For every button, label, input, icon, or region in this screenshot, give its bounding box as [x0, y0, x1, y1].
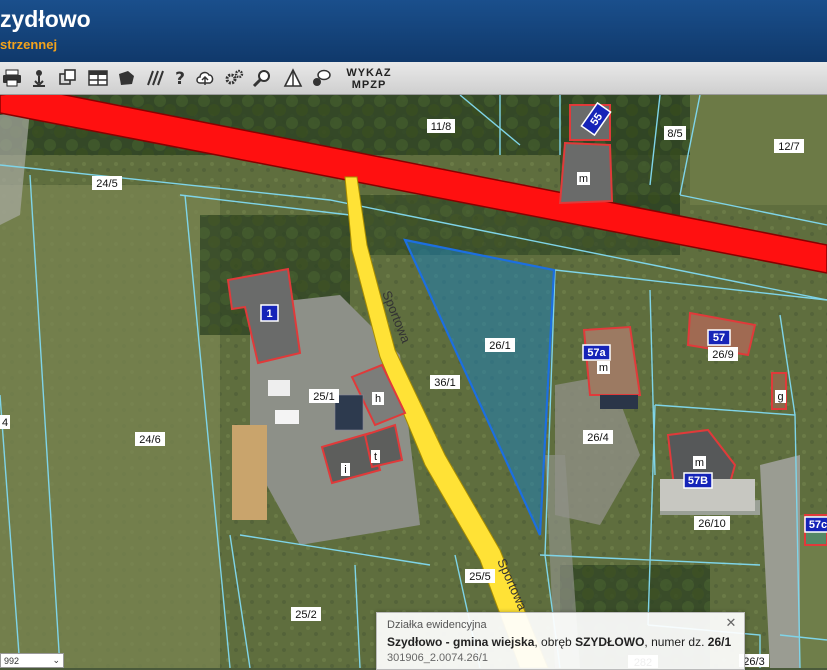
solar-panels	[334, 394, 364, 431]
map-svg: 1 55 57 57a 57B 57c m h i t m m g m	[0, 95, 827, 668]
wykaz-label: WYKAZ	[346, 67, 392, 79]
letter-m-57b: m	[695, 457, 704, 469]
solar-panels-57a	[600, 395, 638, 409]
projection-select[interactable]: 992 ⌄	[0, 653, 64, 668]
parcel-label-25-5: 25/5	[469, 571, 490, 583]
parcel-info-popup: Działka ewidencyjna Szydłowo - gmina wie…	[376, 612, 745, 670]
field-12-7	[690, 95, 827, 205]
parcel-label-26-1: 26/1	[489, 340, 510, 352]
popup-place: Szydłowo - gmina wiejska	[387, 635, 535, 649]
parcel-label-12-7: 12/7	[778, 141, 799, 153]
help-icon[interactable]: ?	[168, 66, 192, 90]
app-title: zydłowo	[0, 6, 91, 32]
map-canvas[interactable]: 1 55 57 57a 57B 57c m h i t m m g m	[0, 95, 827, 668]
parcel-label-24-5: 24/5	[96, 178, 117, 190]
popup-obreb-value: SZYDŁOWO	[575, 635, 645, 649]
chevron-down-icon: ⌄	[52, 655, 60, 665]
parcel-label-4: 4	[2, 417, 8, 429]
measure-icon[interactable]	[281, 66, 305, 90]
parcel-label-26-3: 26/3	[743, 656, 764, 668]
letter-m-57a: m	[599, 362, 608, 374]
badge-57a-text: 57a	[587, 347, 606, 359]
building-57a[interactable]	[582, 325, 642, 396]
badge-57b-text: 57B	[688, 475, 708, 487]
car-2	[275, 410, 299, 424]
popup-numer-label: , numer dz.	[644, 635, 708, 649]
zoom-icon[interactable]	[250, 66, 274, 90]
popup-title: Działka ewidencyjna	[387, 619, 487, 631]
projection-value: 992	[4, 655, 20, 666]
badge-1-text: 1	[266, 308, 272, 320]
letter-h: h	[375, 393, 381, 405]
close-icon[interactable]: ✕	[724, 616, 738, 630]
upload-icon[interactable]	[193, 66, 217, 90]
hatch-icon[interactable]	[143, 66, 167, 90]
parcel-label-26-4: 26/4	[587, 432, 608, 444]
parcel-label-24-6: 24/6	[139, 434, 160, 446]
shed	[232, 425, 267, 520]
wykaz-mpzp-button[interactable]: WYKAZ MPZP	[340, 67, 398, 91]
car-1	[268, 380, 290, 396]
letter-m-1: m	[579, 173, 588, 185]
badge-57-text: 57	[713, 332, 725, 344]
parcel-label-25-2: 25/2	[295, 609, 316, 621]
toolbar: ? WYKAZ MPZP	[0, 62, 827, 95]
app-header: zydłowo strzennej	[0, 0, 827, 62]
locate-icon[interactable]	[27, 66, 51, 90]
parcel-label-25-1: 25/1	[313, 391, 334, 403]
popup-numer-value: 26/1	[707, 635, 732, 649]
layers-icon[interactable]	[56, 66, 80, 90]
print-icon[interactable]	[0, 66, 24, 90]
parcel-label-26-10: 26/10	[698, 518, 726, 530]
badge-57c-text: 57c	[809, 519, 827, 531]
parcel-label-11-8: 11/8	[431, 121, 452, 133]
parcel-label-8-5: 8/5	[667, 128, 682, 140]
shape-icon[interactable]	[114, 66, 138, 90]
parcel-label-26-9: 26/9	[712, 349, 733, 361]
app-subtitle: strzennej	[0, 37, 58, 52]
info-icon[interactable]	[309, 66, 333, 90]
parcel-label-36-1: 36/1	[434, 377, 455, 389]
popup-obreb-label: , obręb	[534, 635, 576, 649]
settings-icon[interactable]	[222, 66, 246, 90]
mpzp-label: MPZP	[351, 79, 387, 91]
letter-g: g	[777, 391, 783, 403]
popup-parcel-line: Szydłowo - gmina wiejska, obręb SZYDŁOWO…	[387, 635, 731, 649]
field-24-6	[0, 185, 220, 668]
popup-identifier: 301906_2.0074.26/1	[387, 652, 488, 664]
svg-text:?: ?	[175, 69, 185, 88]
letter-i: i	[344, 464, 346, 476]
table-icon[interactable]	[86, 66, 110, 90]
letter-t: t	[374, 451, 377, 463]
